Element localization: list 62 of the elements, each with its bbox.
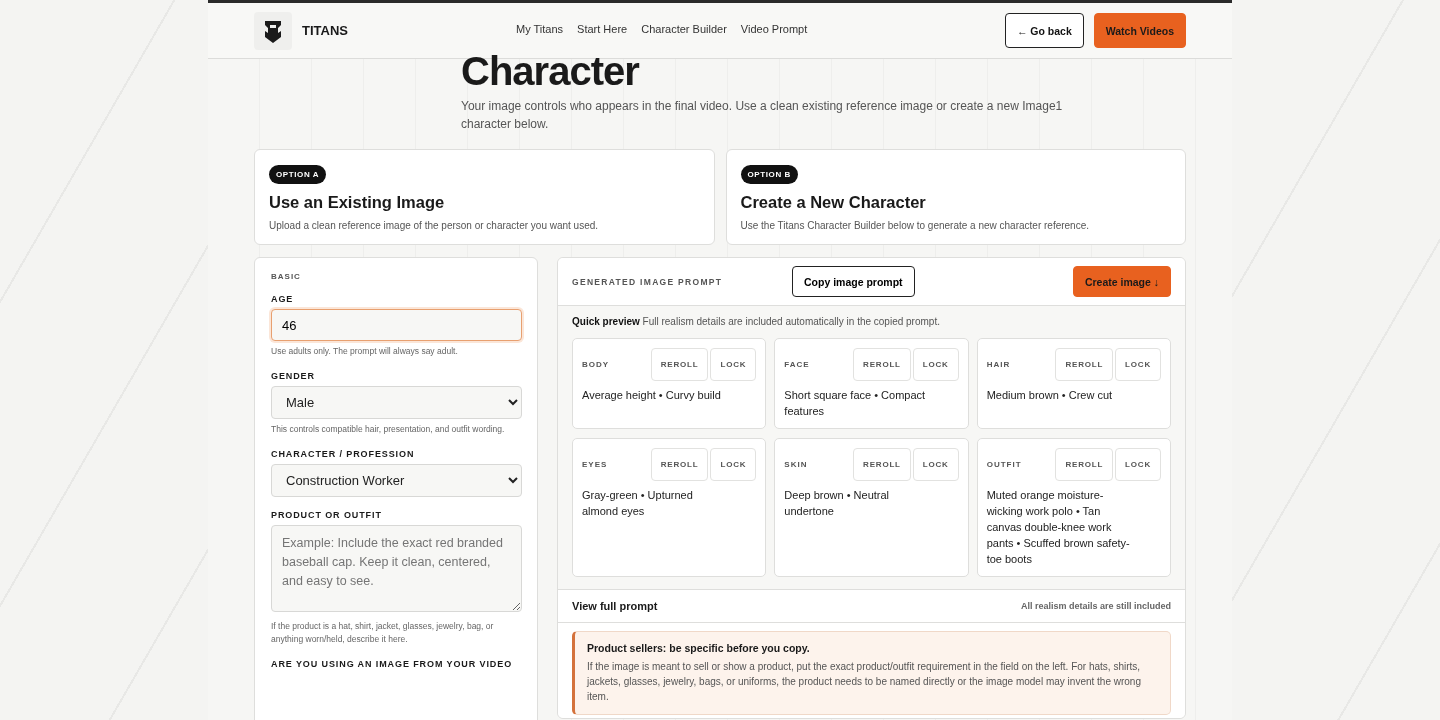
reroll-button[interactable]: REROLL xyxy=(650,348,709,381)
trait-value: Average height • Curvy build xyxy=(582,388,722,403)
trait-label: FACE xyxy=(784,360,810,369)
trait-value: Short square face • Compact features xyxy=(784,388,927,419)
option-description: Upload a clean reference image of the person or character you want used. xyxy=(269,220,600,231)
reroll-button[interactable]: REROLL xyxy=(1055,348,1114,381)
textarea-field[interactable]: Example: Include the exact red branded baseball cap. Keep it clean, centered, and easy to see. xyxy=(271,525,522,612)
callout-text: If the image is meant to sell or show a product, put the exact product/outfit requirement in the field on the left. For hats, shirts, jackets, glasses, jewelry, bags, or uniforms, the product needs to be named directly or the image model may invent the wrong item. xyxy=(587,660,1142,704)
lock-button[interactable]: LOCK xyxy=(1115,348,1161,381)
field-label: GENDER xyxy=(271,371,316,381)
help-text: If the product is a hat, shirt, jacket, glasses, jewelry, bag, or anything worn/held, describe it here. xyxy=(271,620,495,646)
nav-link[interactable]: Start Here xyxy=(577,22,628,35)
preview-intro: Quick preview Full realism details are included automatically in the copied prompt. xyxy=(572,316,941,327)
lock-button[interactable]: LOCK xyxy=(912,348,959,381)
select-field[interactable]: Male xyxy=(271,386,522,419)
trait-label: SKIN xyxy=(784,460,808,469)
trait-value: Deep brown • Neutral undertone xyxy=(784,488,891,519)
nav-link[interactable]: Character Builder xyxy=(641,22,727,35)
option-badge: OPTION B xyxy=(740,165,798,184)
field-label: PRODUCT OR OUTFIT xyxy=(271,510,383,520)
page-title: Character xyxy=(461,51,641,91)
trait-value: Medium brown • Crew cut xyxy=(986,388,1114,403)
reroll-button[interactable]: REROLL xyxy=(1055,448,1114,481)
lock-button[interactable]: LOCK xyxy=(710,448,757,481)
nav-link[interactable]: My Titans xyxy=(516,22,564,35)
trait-value: Gray-green • Upturned almond eyes xyxy=(582,488,694,519)
option-description: Use the Titans Character Builder below to generate a new character reference. xyxy=(740,220,1091,231)
section-label: BASIC xyxy=(271,272,302,281)
watch-videos-button[interactable]: Watch Videos xyxy=(1093,13,1186,48)
full-prompt-note: All realism details are still included xyxy=(1020,601,1171,611)
intro-text: Your image controls who appears in the final video. Use a clean existing reference image or create a new Image1 character below. xyxy=(461,98,1064,133)
full-prompt-row[interactable]: View full prompt All realism details are still included xyxy=(558,589,1185,623)
copy-prompt-button[interactable]: Copy image prompt xyxy=(792,266,915,297)
trait-label: OUTFIT xyxy=(986,460,1022,469)
option-title: Use an Existing Image xyxy=(269,193,446,212)
back-button[interactable]: ← Go back xyxy=(1004,13,1084,48)
trait-label: EYES xyxy=(582,460,608,469)
option-title: Create a New Character xyxy=(740,193,927,212)
panel-title: GENERATED IMAGE PROMPT xyxy=(572,276,724,287)
trait-value: Muted orange moisture-wicking work polo • Tan canvas double-knee work pants • Scuffed brown safety-toe boots xyxy=(986,488,1131,567)
brand-name: TITANS xyxy=(302,23,348,38)
nav-link[interactable]: Video Prompt xyxy=(740,22,808,35)
trait-label: HAIR xyxy=(986,360,1011,369)
lock-button[interactable]: LOCK xyxy=(710,348,757,381)
select-field[interactable]: Construction Worker xyxy=(271,464,522,497)
logo-icon xyxy=(254,11,292,50)
lock-button[interactable]: LOCK xyxy=(1115,448,1161,481)
full-prompt-label: View full prompt xyxy=(572,600,658,612)
reroll-button[interactable]: REROLL xyxy=(650,448,709,481)
field-label: AGE xyxy=(271,294,295,304)
lock-button[interactable]: LOCK xyxy=(912,448,959,481)
help-text: This controls compatible hair, presentation, and outfit wording. xyxy=(271,423,506,436)
option-badge: OPTION A xyxy=(269,165,327,184)
field-label: ARE YOU USING AN IMAGE FROM YOUR VIDEO xyxy=(271,659,514,669)
help-text: Use adults only. The prompt will always say adult. xyxy=(271,345,459,358)
reroll-button[interactable]: REROLL xyxy=(853,348,911,381)
reroll-button[interactable]: REROLL xyxy=(853,448,911,481)
callout-title: Product sellers: be specific before you copy. xyxy=(587,642,811,654)
age-input[interactable]: 46 xyxy=(271,309,522,341)
trait-label: BODY xyxy=(582,360,610,369)
create-image-button[interactable]: Create image ↓ xyxy=(1072,266,1171,297)
field-label: CHARACTER / PROFESSION xyxy=(271,449,416,459)
